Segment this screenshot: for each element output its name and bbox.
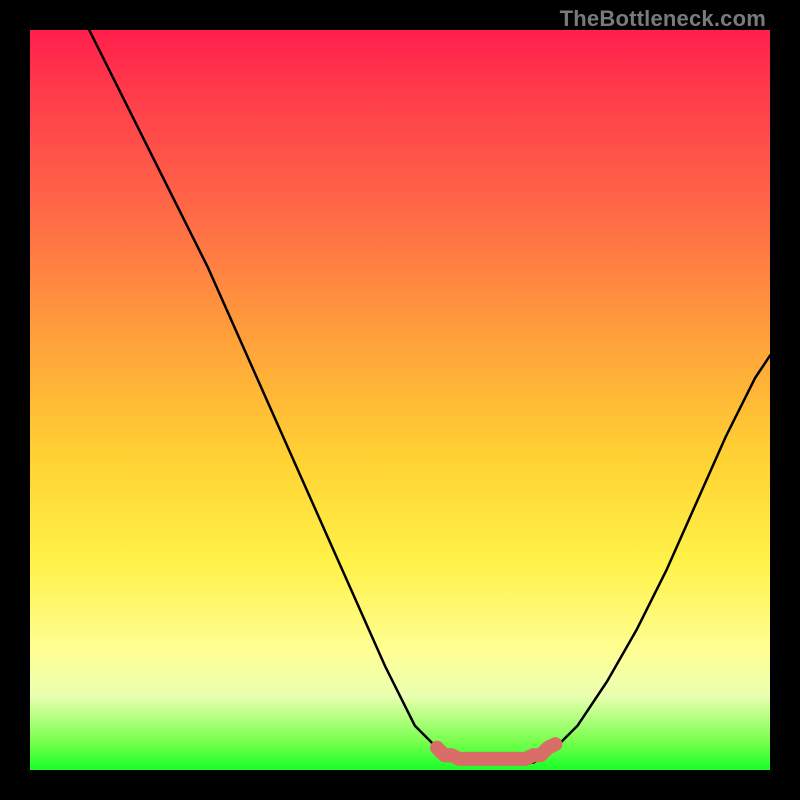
attribution-label: TheBottleneck.com: [560, 6, 766, 32]
chart-stage: TheBottleneck.com: [0, 0, 800, 800]
plot-area: [30, 30, 770, 770]
series-left-branch: [89, 30, 444, 755]
valley-marker-band: [437, 744, 555, 759]
series-right-branch: [548, 356, 770, 756]
curve-layer: [30, 30, 770, 770]
